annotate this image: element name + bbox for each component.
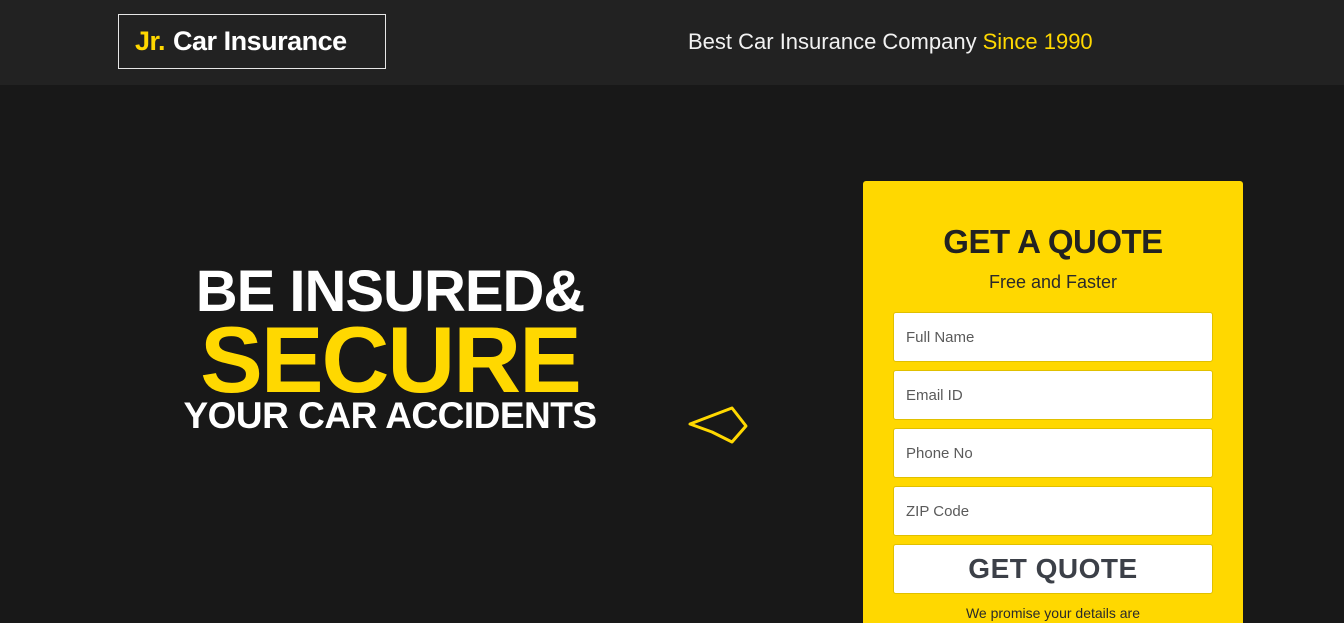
full-name-input[interactable] — [893, 312, 1213, 362]
top-header: Jr. Car Insurance Best Car Insurance Com… — [0, 0, 1344, 85]
hero-headline: BE INSURED& SECURE YOUR CAR ACCIDENTS — [170, 262, 610, 436]
logo-name: Car Insurance — [173, 26, 347, 56]
header-tagline: Best Car Insurance Company Since 1990 — [688, 29, 1093, 55]
quote-form: GET A QUOTE Free and Faster GET QUOTE We… — [863, 181, 1243, 623]
promise-text: We promise your details are — [965, 605, 1141, 621]
tagline-text: Best Car Insurance Company — [688, 29, 977, 54]
site-logo[interactable]: Jr. Car Insurance — [118, 14, 386, 69]
email-input[interactable] — [893, 370, 1213, 420]
arrow-left-icon — [688, 406, 748, 444]
quote-title: GET A QUOTE — [943, 223, 1163, 260]
quote-subtitle: Free and Faster — [988, 272, 1118, 292]
logo-prefix: Jr. — [135, 26, 166, 56]
get-quote-button[interactable]: GET QUOTE — [893, 544, 1213, 594]
headline-line-3: YOUR CAR ACCIDENTS — [183, 395, 597, 436]
headline-line-2: SECURE — [200, 307, 582, 412]
tagline-highlight: Since 1990 — [982, 29, 1093, 54]
zip-code-input[interactable] — [893, 486, 1213, 536]
phone-input[interactable] — [893, 428, 1213, 478]
